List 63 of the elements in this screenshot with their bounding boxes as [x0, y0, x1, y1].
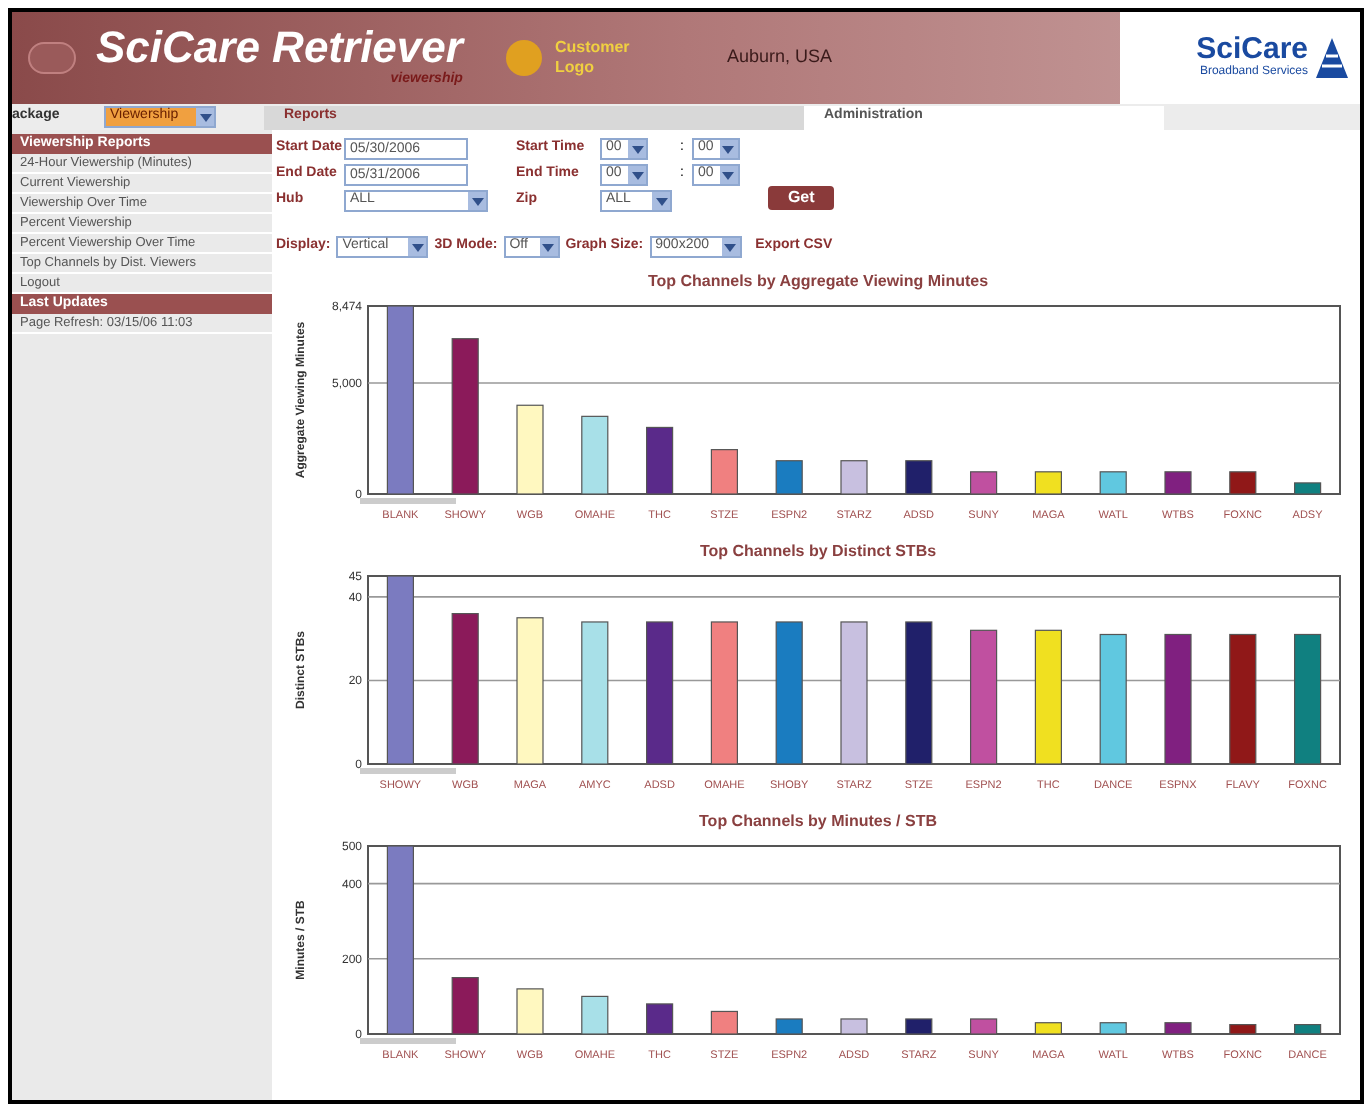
- chart-bar: [646, 621, 674, 765]
- chart-scrollbar: [360, 498, 456, 504]
- get-button[interactable]: Get: [767, 186, 835, 210]
- chart-bar: [840, 1018, 868, 1035]
- caret-icon: [721, 238, 740, 256]
- chart-bar: [516, 988, 544, 1035]
- caret-icon: [539, 238, 558, 256]
- partner-logo-icon: [1316, 38, 1348, 78]
- chart-bar: [516, 404, 544, 495]
- caret-icon: [408, 238, 427, 256]
- chart-bar: [970, 629, 998, 765]
- chart-bar: [710, 449, 738, 495]
- location-text: Auburn, USA: [726, 44, 832, 71]
- chart-bar: [1294, 1024, 1322, 1035]
- logo-icon: [28, 42, 76, 74]
- chart-bar: [1034, 471, 1062, 495]
- chart-bar: [775, 1018, 803, 1035]
- chart-bar: [710, 621, 738, 765]
- chart-bar: [905, 1018, 933, 1035]
- chart-bar: [581, 995, 609, 1035]
- caret-icon: [719, 140, 738, 158]
- chart-bar: [1099, 471, 1127, 495]
- chart-bar: [775, 621, 803, 765]
- chart-bar: [905, 621, 933, 765]
- chart-bar: [970, 1018, 998, 1035]
- app-title: SciCare Retriever: [96, 25, 463, 70]
- chart-scrollbar: [360, 1038, 456, 1044]
- chart-bar: [1294, 482, 1322, 495]
- chart-bar: [1164, 633, 1192, 765]
- caret-icon: [628, 166, 646, 184]
- chart-bar: [1164, 1022, 1192, 1035]
- chart-title: Top Channels by Aggregate Viewing Minutes: [647, 270, 989, 294]
- caret-icon: [628, 140, 646, 158]
- chart-bar: [840, 621, 868, 765]
- caret-icon: [196, 108, 214, 126]
- chart-bar: [1294, 633, 1322, 765]
- chart-bar: [905, 460, 933, 495]
- chart-bar: [710, 1010, 738, 1035]
- chart-bar: [1099, 633, 1127, 765]
- chart-bar: [1229, 1024, 1257, 1035]
- chart-bar: [1034, 1022, 1062, 1035]
- chart-bar: [1229, 633, 1257, 765]
- chart-bar: [970, 471, 998, 495]
- chart-bar: [775, 460, 803, 495]
- caret-icon: [468, 192, 486, 210]
- customer-logo: Customer Logo: [554, 38, 632, 78]
- brand-logo: SciCare: [1196, 34, 1308, 64]
- caret-icon: [652, 192, 670, 210]
- caret-icon: [719, 166, 738, 184]
- chart-bar: [581, 415, 609, 495]
- chart-bar: [1229, 471, 1257, 495]
- chart-bar: [840, 460, 868, 495]
- chart-bar: [1164, 471, 1192, 495]
- chart-bar: [581, 621, 609, 765]
- chart-title: Top Channels by Minutes / STB: [699, 810, 937, 834]
- chart-bar: [646, 426, 674, 495]
- chart-scrollbar: [360, 768, 456, 774]
- chart-bar: [451, 977, 479, 1035]
- chart-bar: [1099, 1022, 1127, 1035]
- chart-title: Top Channels by Distinct STBs: [699, 540, 937, 564]
- chart-bar: [646, 1003, 674, 1035]
- chart-bar: [1034, 629, 1062, 765]
- customer-logo-icon: [506, 40, 543, 76]
